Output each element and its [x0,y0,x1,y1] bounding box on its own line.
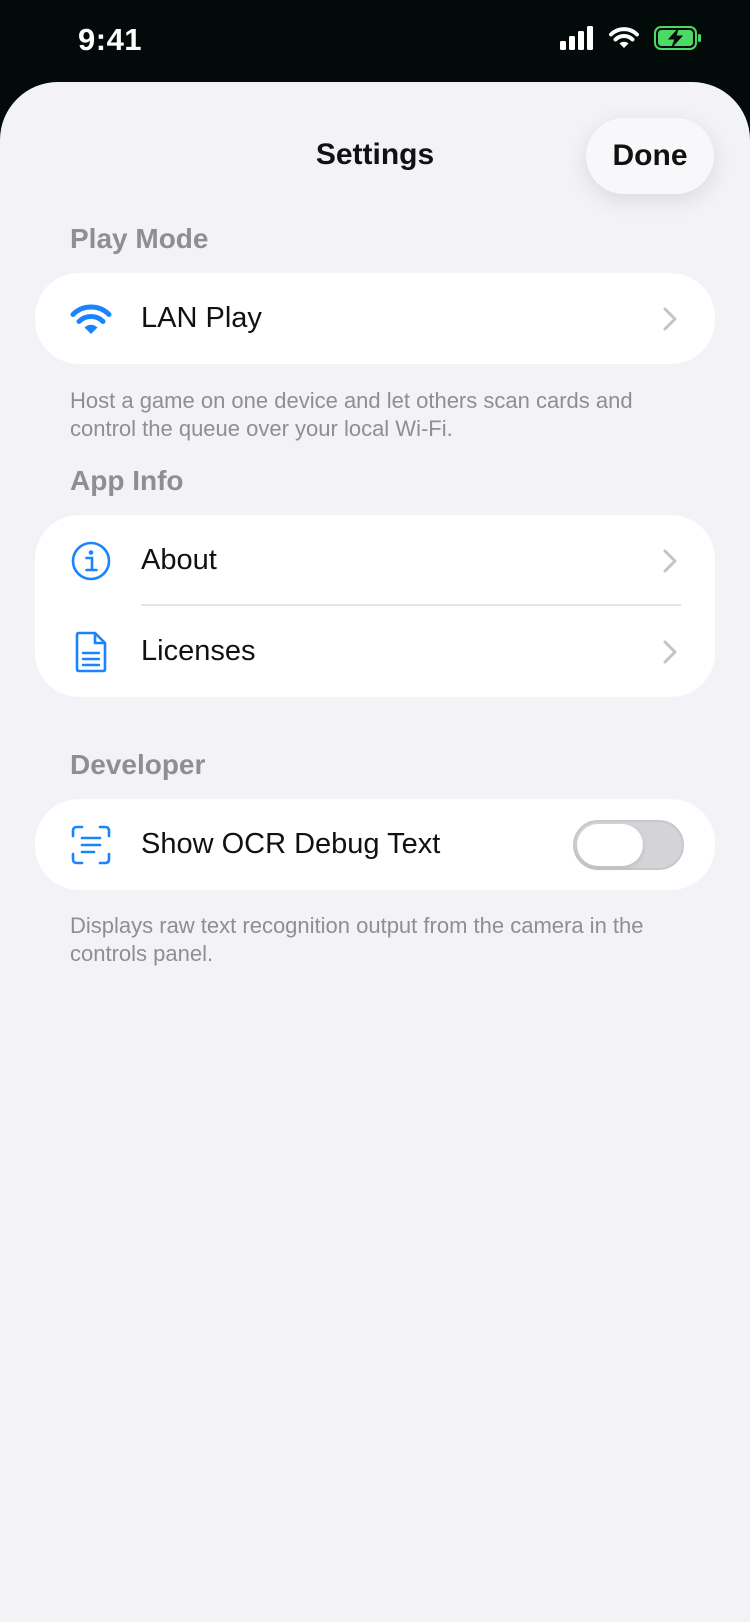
done-button[interactable]: Done [586,118,714,194]
section-header-developer: Developer [70,749,206,780]
status-icons [560,26,702,55]
developer-group: Show OCR Debug Text [35,799,715,890]
status-bar: 9:41 [0,0,750,82]
lan-play-row[interactable]: LAN Play [35,273,715,364]
chevron-right-icon [661,637,679,667]
lan-play-label: LAN Play [141,302,262,334]
ocr-debug-toggle[interactable] [573,819,684,870]
text-scan-icon [69,823,113,867]
chevron-right-icon [661,304,679,334]
developer-footer: Displays raw text recognition output fro… [70,913,644,966]
document-icon [69,630,113,674]
chevron-right-icon [661,546,679,576]
toggle-knob [577,823,643,866]
info-circle-icon [69,539,113,583]
settings-sheet: Settings Done Play Mode LAN Play Host a … [0,82,750,1622]
ocr-debug-row: Show OCR Debug Text [35,799,715,890]
cellular-signal-icon [560,26,594,55]
about-row[interactable]: About [35,515,715,606]
play-mode-group: LAN Play [35,273,715,364]
play-mode-footer: Host a game on one device and let others… [70,388,633,441]
wifi-icon [608,26,640,55]
section-header-play-mode: Play Mode [70,223,209,254]
ocr-debug-label: Show OCR Debug Text [141,828,441,860]
status-time: 9:41 [78,22,143,57]
section-header-app-info: App Info [70,465,184,496]
licenses-row[interactable]: Licenses [35,606,715,697]
battery-charging-icon [654,26,702,55]
app-info-group: About Licenses [35,515,715,697]
wifi-icon [69,297,113,341]
licenses-label: Licenses [141,635,256,667]
about-label: About [141,544,217,576]
